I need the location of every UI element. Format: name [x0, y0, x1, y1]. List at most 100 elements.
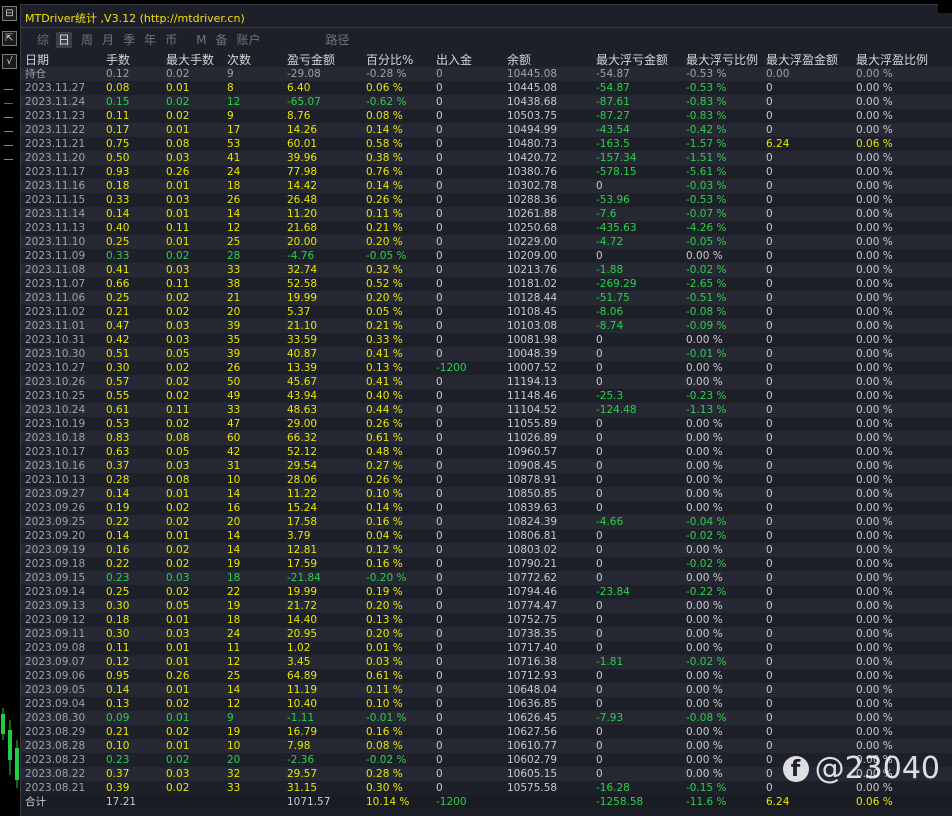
cell-date: 2023.09.20: [25, 530, 86, 542]
cell-max-drawdown-pct: 0.00 %: [686, 432, 723, 444]
holding-max-lots: 0.02: [166, 68, 190, 80]
cell-max-drawdown-pct: 0.00 %: [686, 768, 723, 780]
cell-max-drawdown-pct: 0.00 %: [686, 670, 723, 682]
cell-date: 2023.08.22: [25, 768, 86, 780]
cell-pnl: 14.26: [287, 124, 318, 136]
tab-day[interactable]: 日: [56, 32, 73, 48]
cell-pnl: 29.54: [287, 460, 318, 472]
cell-max-lots: 0.02: [166, 362, 190, 374]
chart-level-mark: [4, 145, 13, 146]
cell-deposit: 0: [436, 334, 443, 346]
tab-note[interactable]: 备: [215, 32, 227, 48]
cell-pct: 0.08 %: [366, 740, 403, 752]
cell-lots: 0.23: [106, 572, 130, 584]
cell-count: 14: [227, 684, 241, 696]
tab-month[interactable]: 月: [102, 32, 114, 48]
cell-max-drawdown: -23.84: [596, 586, 630, 598]
cell-pct: 0.20 %: [366, 292, 403, 304]
cell-max-lots: 0.02: [166, 250, 190, 262]
cell-date: 2023.11.09: [25, 250, 86, 262]
cell-deposit: 0: [436, 530, 443, 542]
cell-pnl: 15.24: [287, 502, 318, 514]
tab-account[interactable]: 账户: [236, 32, 260, 48]
close-icon[interactable]: [938, 0, 952, 13]
cell-pct: 0.26 %: [366, 194, 403, 206]
collapse-button[interactable]: ⊟: [2, 6, 17, 21]
cell-max-drawdown: -269.29: [596, 278, 637, 290]
cell-date: 2023.10.30: [25, 348, 86, 360]
tab-overview[interactable]: 综: [37, 32, 49, 48]
cell-max-drawdown: -87.61: [596, 96, 630, 108]
cell-count: 22: [227, 586, 241, 598]
expand-button[interactable]: ⇱: [2, 31, 17, 46]
cell-pnl: 26.48: [287, 194, 318, 206]
table-row: 2023.09.12 0.18 0.01 18 14.40 0.13 % 0 10752.75…: [21, 613, 952, 627]
tab-week[interactable]: 周: [81, 32, 93, 48]
cell-max-float-profit: 0: [766, 488, 773, 500]
cell-balance: 10824.39: [507, 516, 558, 528]
cell-count: 38: [227, 278, 241, 290]
cell-lots: 0.08: [106, 82, 130, 94]
cell-deposit: 0: [436, 544, 443, 556]
cell-max-float-profit: 0: [766, 362, 773, 374]
tab-path[interactable]: 路径: [326, 32, 350, 48]
cell-balance: 10575.58: [507, 782, 558, 794]
cell-max-lots: 0.01: [166, 712, 190, 724]
cell-max-lots: 0.11: [166, 222, 190, 234]
cell-pct: 0.32 %: [366, 264, 403, 276]
cell-max-drawdown-pct: 0.00 %: [686, 614, 723, 626]
cell-max-float-profit-pct: 0.00 %: [856, 712, 893, 724]
cell-max-drawdown-pct: -0.01 %: [686, 348, 727, 360]
cell-max-drawdown-pct: 0.00 %: [686, 600, 723, 612]
cell-pnl: 10.40: [287, 698, 318, 710]
cell-max-drawdown-pct: -0.02 %: [686, 558, 727, 570]
cell-max-drawdown-pct: -0.02 %: [686, 656, 727, 668]
cell-deposit: 0: [436, 124, 443, 136]
tab-currency[interactable]: 币: [165, 32, 177, 48]
cell-balance: 10209.00: [507, 250, 558, 262]
cell-count: 14: [227, 530, 241, 542]
cell-max-drawdown: -16.28: [596, 782, 630, 794]
cell-pct: 0.06 %: [366, 82, 403, 94]
cell-date: 2023.11.16: [25, 180, 86, 192]
cell-pnl: 14.42: [287, 180, 318, 192]
holding-max-float-profit: 0.00: [766, 68, 790, 80]
cell-count: 12: [227, 656, 241, 668]
cell-lots: 0.33: [106, 194, 130, 206]
cell-max-float-profit-pct: 0.00 %: [856, 152, 893, 164]
cell-max-drawdown-pct: 0.00 %: [686, 250, 723, 262]
cell-max-drawdown: 0: [596, 334, 603, 346]
cell-max-drawdown: -1.88: [596, 264, 624, 276]
total-max-float-profit: 6.24: [766, 796, 790, 808]
cell-count: 26: [227, 362, 241, 374]
cell-pct: 0.04 %: [366, 530, 403, 542]
cell-max-float-profit-pct: 0.00 %: [856, 614, 893, 626]
cell-pct: 0.76 %: [366, 166, 403, 178]
holding-pct: -0.28 %: [366, 68, 407, 80]
cell-deposit: 0: [436, 180, 443, 192]
cell-max-drawdown-pct: -0.08 %: [686, 712, 727, 724]
cell-balance: 10610.77: [507, 740, 558, 752]
cell-count: 14: [227, 208, 241, 220]
cell-balance: 10081.98: [507, 334, 558, 346]
tab-magic[interactable]: M: [196, 32, 206, 48]
cell-pnl: 64.89: [287, 670, 318, 682]
cell-deposit: 0: [436, 96, 443, 108]
cell-deposit: 0: [436, 488, 443, 500]
cell-date: 2023.10.31: [25, 334, 86, 346]
cell-balance: 10803.02: [507, 544, 558, 556]
cell-deposit: 0: [436, 138, 443, 150]
cell-lots: 0.10: [106, 740, 130, 752]
checkmark-button[interactable]: √: [2, 54, 17, 69]
table-row: 2023.09.05 0.14 0.01 14 11.19 0.11 % 0 10648.04…: [21, 683, 952, 697]
cell-max-drawdown: 0: [596, 474, 603, 486]
cell-max-lots: 0.02: [166, 586, 190, 598]
cell-deposit: 0: [436, 586, 443, 598]
cell-date: 2023.09.05: [25, 684, 86, 696]
cell-max-drawdown-pct: -0.02 %: [686, 530, 727, 542]
cell-max-drawdown: 0: [596, 768, 603, 780]
holding-deposit: 0: [436, 68, 443, 80]
tab-year[interactable]: 年: [144, 32, 156, 48]
cell-pct: 0.19 %: [366, 586, 403, 598]
tab-quarter[interactable]: 季: [123, 32, 135, 48]
